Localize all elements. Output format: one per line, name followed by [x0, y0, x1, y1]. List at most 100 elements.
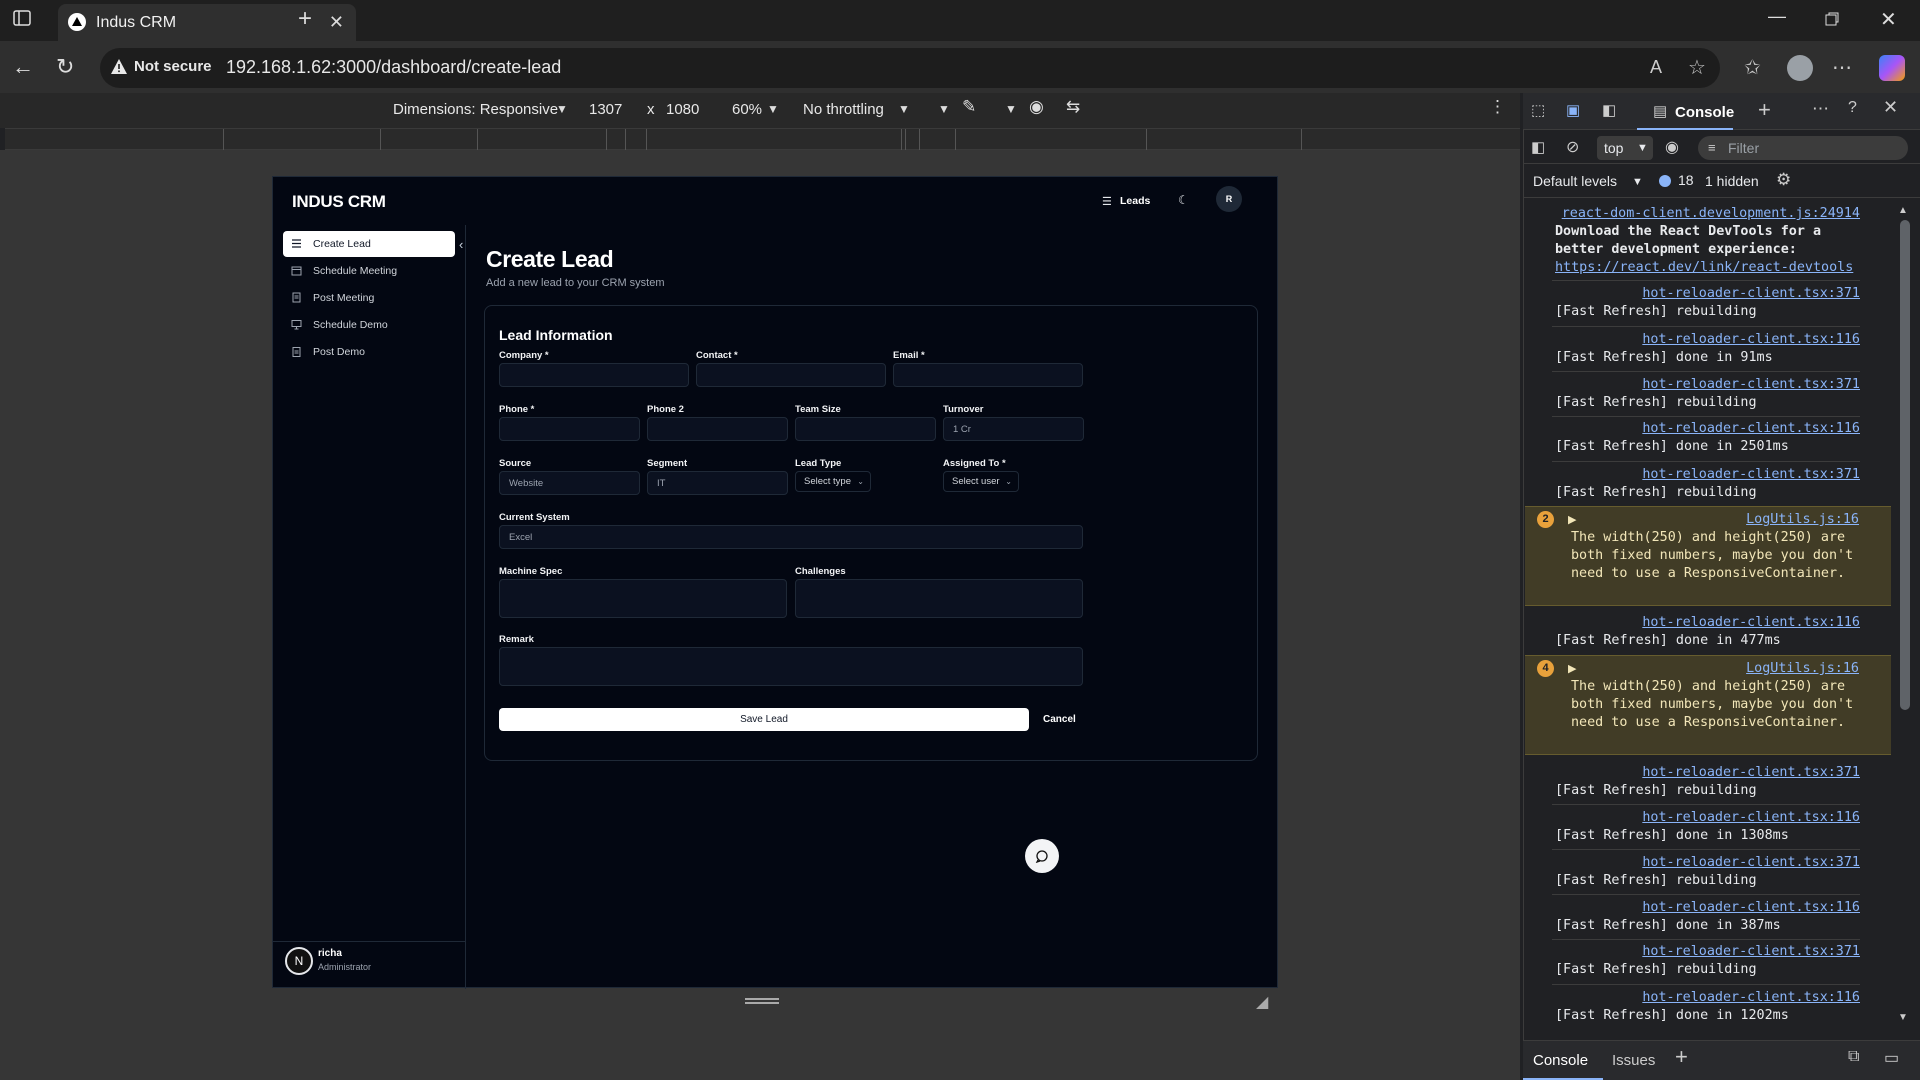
source-field[interactable]: Website	[499, 471, 640, 495]
challenges-textarea[interactable]	[795, 579, 1083, 618]
log-source-link[interactable]: hot-reloader-client.tsx:371	[1555, 854, 1860, 872]
minimize-icon[interactable]: —	[1768, 6, 1786, 27]
user-avatar[interactable]: N	[285, 947, 313, 975]
back-icon[interactable]: ←	[12, 54, 34, 80]
dock-side-icon[interactable]: ◧	[1602, 101, 1616, 119]
tab-actions-icon[interactable]	[12, 8, 32, 28]
vision-icon[interactable]: ◉	[1029, 97, 1044, 117]
menu-icon[interactable]: ☰	[1102, 195, 1112, 208]
sensors-icon[interactable]: ✎	[962, 97, 976, 117]
sidebar-item-post-meeting[interactable]: Post Meeting	[283, 285, 455, 311]
inspect-element-icon[interactable]: ⬚	[1531, 101, 1545, 119]
log-url-link[interactable]: https://react.dev/link/react-devtools	[1555, 259, 1860, 277]
save-lead-button[interactable]: Save Lead	[499, 708, 1029, 731]
close-devtools-icon[interactable]: ✕	[1883, 97, 1898, 118]
phone-field[interactable]	[499, 417, 640, 441]
company-field[interactable]	[499, 363, 689, 387]
theme-toggle-icon[interactable]: ☾	[1178, 193, 1189, 207]
url-text[interactable]: 192.168.1.62:3000/dashboard/create-lead	[226, 57, 561, 78]
chat-button[interactable]	[1025, 839, 1059, 873]
sidebar-item-schedule-meeting[interactable]: Schedule Meeting	[283, 258, 455, 284]
context-selector[interactable]: top ▼	[1597, 136, 1653, 160]
drawer-tab-issues[interactable]: Issues	[1612, 1052, 1655, 1069]
dimensions-dropdown[interactable]: Dimensions: Responsive	[393, 101, 558, 118]
reload-icon[interactable]: ↻	[56, 54, 74, 80]
log-source-link[interactable]: hot-reloader-client.tsx:371	[1555, 466, 1860, 484]
devtools-more-icon[interactable]: ⋯	[1812, 99, 1829, 119]
log-source-link[interactable]: hot-reloader-client.tsx:116	[1555, 614, 1860, 632]
save-data-caret-icon[interactable]: ▼	[938, 102, 950, 116]
app-logo[interactable]: INDUS CRM	[292, 192, 386, 212]
log-source-link[interactable]: hot-reloader-client.tsx:371	[1555, 376, 1860, 394]
log-source-link[interactable]: hot-reloader-client.tsx:116	[1555, 809, 1860, 827]
height-input[interactable]: 1080	[666, 101, 699, 118]
remark-textarea[interactable]	[499, 647, 1083, 686]
new-tab-icon[interactable]: +	[298, 5, 312, 33]
favorite-star-icon[interactable]: ☆	[1688, 55, 1706, 80]
log-source-link[interactable]: hot-reloader-client.tsx:371	[1555, 943, 1860, 961]
dock-drawer-icon[interactable]: ⧉	[1848, 1048, 1859, 1066]
security-label[interactable]: Not secure	[134, 58, 212, 75]
throttling-dropdown[interactable]: No throttling	[803, 101, 884, 118]
machine-spec-textarea[interactable]	[499, 579, 787, 618]
resize-handle-bottom[interactable]	[745, 998, 779, 1004]
collapse-sidebar-icon[interactable]: ‹	[459, 237, 463, 252]
log-source-link[interactable]: hot-reloader-client.tsx:116	[1555, 331, 1860, 349]
contact-field[interactable]	[696, 363, 886, 387]
resize-corner-icon[interactable]: ◢	[1256, 992, 1268, 1012]
current-system-field[interactable]: Excel	[499, 525, 1083, 549]
favorites-icon[interactable]: ✩	[1744, 55, 1761, 80]
close-tab-icon[interactable]: ✕	[329, 12, 344, 33]
sidebar-item-post-demo[interactable]: Post Demo	[283, 339, 455, 365]
lead-type-select[interactable]: Select type ⌄	[795, 471, 871, 492]
zoom-dropdown[interactable]: 60%	[732, 101, 762, 118]
device-toggle-icon[interactable]: ▣	[1566, 101, 1580, 119]
header-avatar[interactable]: R	[1216, 186, 1242, 212]
copilot-icon[interactable]	[1879, 55, 1905, 81]
header-leads-link[interactable]: Leads	[1120, 195, 1150, 207]
drawer-tab-console[interactable]: Console	[1523, 1040, 1603, 1080]
console-scrollbar[interactable]	[1900, 220, 1910, 710]
vercel-triangle-icon	[68, 13, 86, 31]
sidebar-item-schedule-demo[interactable]: Schedule Demo	[283, 312, 455, 338]
log-source-link[interactable]: hot-reloader-client.tsx:116	[1555, 989, 1860, 1007]
log-source-link[interactable]: hot-reloader-client.tsx:371	[1555, 285, 1860, 303]
cancel-button[interactable]: Cancel	[1043, 714, 1076, 725]
log-source-link[interactable]: hot-reloader-client.tsx:116	[1555, 420, 1860, 438]
help-icon[interactable]: ?	[1848, 99, 1857, 117]
read-aloud-icon[interactable]: A	[1650, 57, 1662, 78]
log-source-link[interactable]: hot-reloader-client.tsx:371	[1555, 764, 1860, 782]
log-source-link[interactable]: LogUtils.js:16	[1559, 511, 1859, 529]
add-panel-icon[interactable]: +	[1758, 97, 1771, 123]
log-source-link[interactable]: LogUtils.js:16	[1559, 660, 1859, 678]
width-input[interactable]: 1307	[589, 101, 622, 118]
console-filter-input[interactable]: ≡ Filter	[1698, 136, 1908, 160]
device-more-icon[interactable]: ⋮	[1489, 97, 1506, 117]
close-drawer-icon[interactable]: ▭	[1884, 1048, 1899, 1068]
assigned-to-select[interactable]: Select user ⌄	[943, 471, 1019, 492]
scroll-down-icon[interactable]: ▼	[1898, 1012, 1908, 1023]
console-settings-icon[interactable]: ⚙	[1776, 170, 1791, 190]
segment-field[interactable]: IT	[647, 471, 788, 495]
team-size-field[interactable]	[795, 417, 936, 441]
tab-console[interactable]: ▤ Console	[1637, 93, 1734, 130]
profile-avatar[interactable]	[1787, 55, 1813, 81]
live-expression-icon[interactable]: ◉	[1665, 137, 1679, 157]
scroll-up-icon[interactable]: ▲	[1898, 205, 1908, 216]
clear-console-icon[interactable]: ⊘	[1566, 137, 1579, 157]
close-window-icon[interactable]: ✕	[1880, 7, 1897, 32]
restore-icon[interactable]	[1825, 12, 1839, 26]
warning-icon[interactable]	[110, 58, 128, 76]
log-source-link[interactable]: hot-reloader-client.tsx:116	[1555, 899, 1860, 917]
sidebar-toggle-icon[interactable]: ◧	[1531, 138, 1545, 156]
turnover-field[interactable]: 1 Cr	[943, 417, 1084, 441]
email-field[interactable]	[893, 363, 1083, 387]
more-menu-icon[interactable]: ⋯	[1832, 55, 1852, 80]
sensors-caret-icon[interactable]: ▼	[1005, 102, 1017, 116]
add-drawer-tab-icon[interactable]: +	[1675, 1044, 1688, 1070]
log-source-link[interactable]: react-dom-client.development.js:24914	[1555, 205, 1860, 223]
sidebar-item-create-lead[interactable]: Create Lead	[283, 231, 455, 257]
log-levels-dropdown[interactable]: Default levels	[1533, 173, 1617, 189]
phone2-field[interactable]	[647, 417, 788, 441]
rotate-icon[interactable]: ⇆	[1066, 97, 1080, 117]
